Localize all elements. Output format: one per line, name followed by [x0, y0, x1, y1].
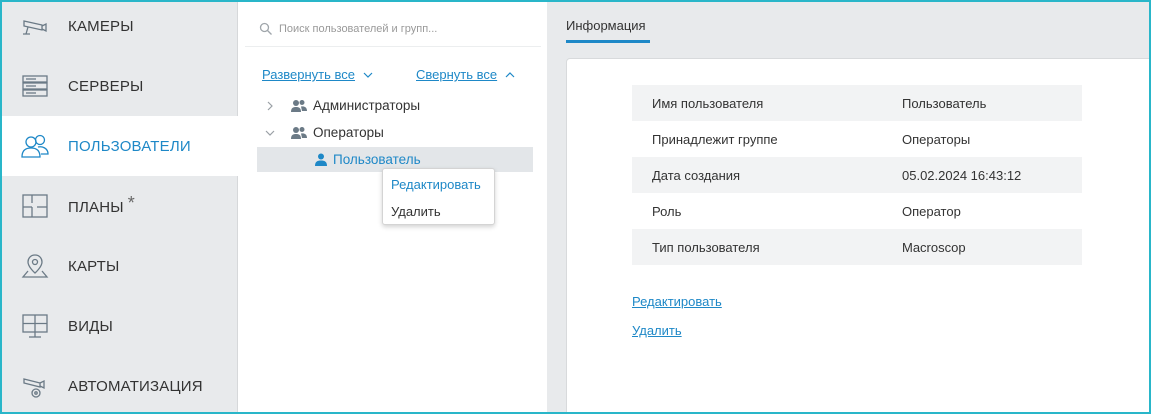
sidebar-item-cameras[interactable]: КАМЕРЫ [2, 2, 238, 56]
tree-node-administrators[interactable]: Администраторы [257, 93, 533, 118]
sidebar-item-label: КАРТЫ [68, 257, 120, 275]
sidebar-item-servers[interactable]: СЕРВЕРЫ [2, 56, 238, 116]
delete-link[interactable]: Удалить [632, 323, 682, 338]
edit-link[interactable]: Редактировать [632, 294, 722, 309]
group-icon [291, 126, 307, 139]
info-row-user-type: Тип пользователя Macroscop [632, 229, 1082, 265]
sidebar-item-label: КАМЕРЫ [68, 17, 134, 35]
sidebar-item-label: ПОЛЬЗОВАТЕЛИ [68, 137, 191, 155]
tree-node-label: Пользователь [333, 152, 421, 167]
info-value: 05.02.2024 16:43:12 [902, 167, 1022, 183]
users-icon [20, 131, 50, 161]
tab-information[interactable]: Информация [566, 18, 646, 33]
chevron-down-icon[interactable] [265, 128, 275, 138]
details-area: Информация Имя пользователя Пользователь… [547, 2, 1149, 412]
info-value: Оператор [902, 203, 961, 219]
user-icon [315, 153, 327, 166]
context-menu-edit[interactable]: Редактировать [391, 177, 481, 192]
tree-node-operators[interactable]: Операторы [257, 120, 533, 145]
info-value: Пользователь [902, 95, 987, 111]
divider [245, 46, 541, 47]
server-icon [20, 71, 50, 101]
info-row-role: Роль Оператор [632, 193, 1082, 229]
info-row-group: Принадлежит группе Операторы [632, 121, 1082, 157]
camera-icon [20, 11, 50, 41]
search-input[interactable] [279, 23, 519, 35]
app-window: КАМЕРЫ СЕРВЕРЫ ПОЛЬЗОВАТЕЛИ ПЛАНЫ * КАРТ… [0, 0, 1151, 414]
expand-all-label: Развернуть все [262, 67, 356, 82]
sidebar-item-label: ВИДЫ [68, 317, 114, 335]
sidebar-item-views[interactable]: ВИДЫ [2, 296, 238, 356]
info-key: Принадлежит группе [652, 131, 778, 147]
search-box[interactable] [259, 16, 529, 42]
sidebar: КАМЕРЫ СЕРВЕРЫ ПОЛЬЗОВАТЕЛИ ПЛАНЫ * КАРТ… [2, 2, 238, 412]
info-key: Дата создания [652, 167, 741, 183]
sidebar-item-label: СЕРВЕРЫ [68, 77, 144, 95]
info-key: Роль [652, 203, 682, 219]
info-row-created: Дата создания 05.02.2024 16:43:12 [632, 157, 1082, 193]
chevron-down-icon [363, 72, 373, 78]
sidebar-item-plans[interactable]: ПЛАНЫ * [2, 176, 238, 236]
plan-icon [20, 191, 50, 221]
unsaved-badge: * [127, 192, 135, 213]
info-value: Macroscop [902, 239, 966, 255]
chevron-right-icon[interactable] [265, 101, 275, 111]
context-menu-delete[interactable]: Удалить [391, 204, 441, 219]
automation-icon [20, 371, 50, 401]
chevron-up-icon [505, 71, 515, 77]
collapse-all-link[interactable]: Свернуть все [416, 67, 515, 82]
search-icon [259, 22, 272, 35]
details-card: Имя пользователя Пользователь Принадлежи… [566, 58, 1149, 412]
collapse-all-label: Свернуть все [416, 67, 498, 82]
sidebar-item-users[interactable]: ПОЛЬЗОВАТЕЛИ [2, 116, 238, 176]
context-menu: Редактировать Удалить [382, 168, 495, 225]
tree-node-label: Администраторы [313, 98, 421, 113]
group-icon [291, 99, 307, 112]
info-key: Имя пользователя [652, 95, 764, 111]
info-row-username: Имя пользователя Пользователь [632, 85, 1082, 121]
info-key: Тип пользователя [652, 239, 760, 255]
sidebar-item-label: ПЛАНЫ * [68, 192, 135, 216]
sidebar-item-maps[interactable]: КАРТЫ [2, 236, 238, 296]
map-pin-icon [20, 251, 50, 281]
tree-node-label: Операторы [313, 125, 384, 140]
active-tab-indicator [566, 40, 650, 43]
monitor-icon [20, 311, 50, 341]
sidebar-item-automation[interactable]: АВТОМАТИЗАЦИЯ [2, 356, 238, 412]
info-value: Операторы [902, 131, 971, 147]
sidebar-item-label: АВТОМАТИЗАЦИЯ [68, 377, 203, 395]
expand-all-link[interactable]: Развернуть все [262, 67, 373, 82]
